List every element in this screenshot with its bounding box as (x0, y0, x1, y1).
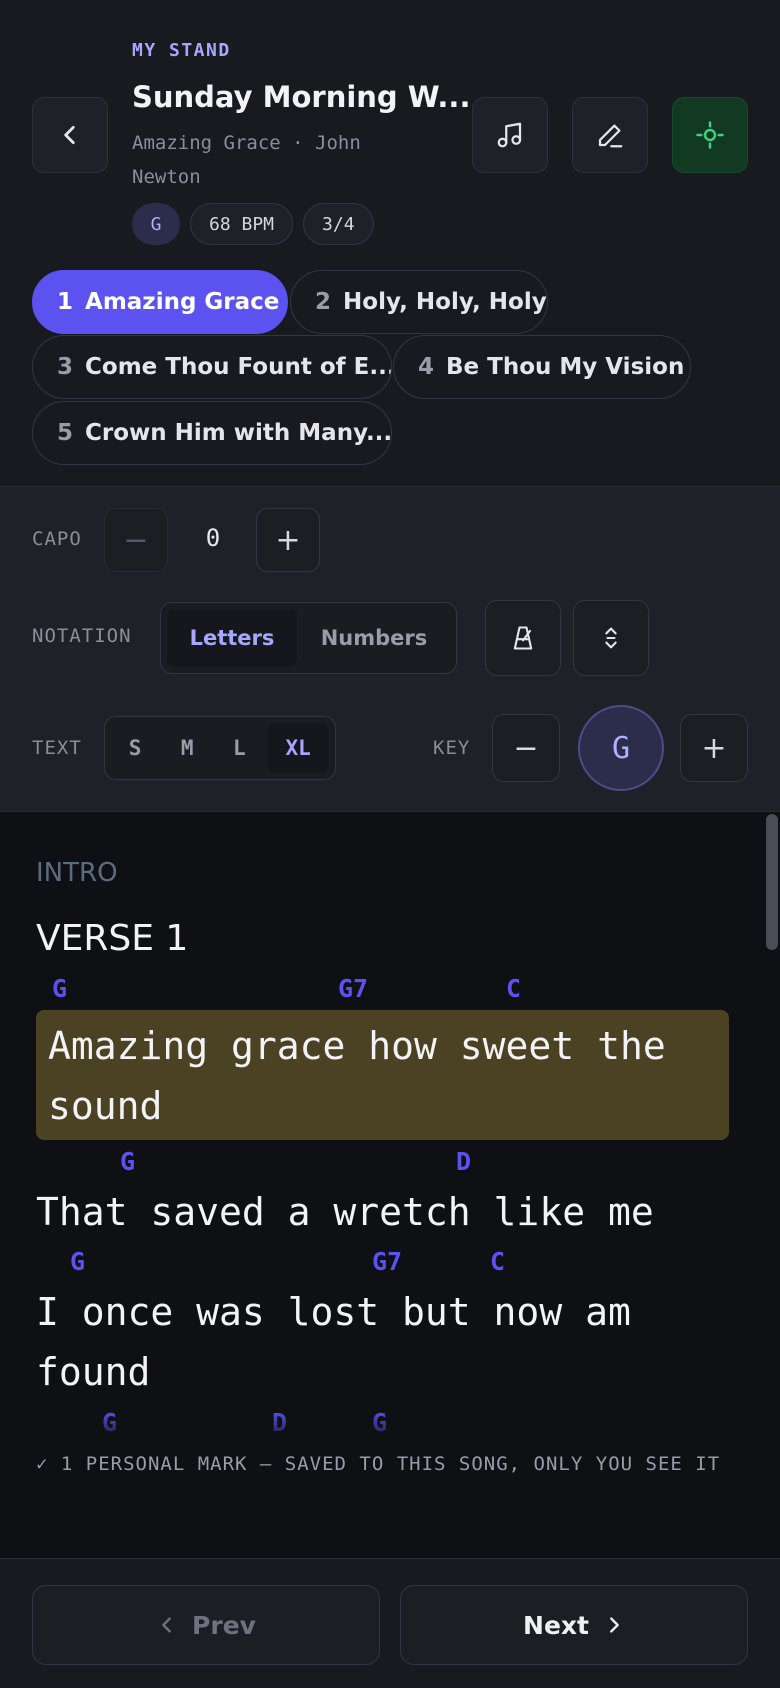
setlist-item-title: Be Thou My Vision (446, 354, 685, 380)
lyric-line[interactable]: sound (48, 1076, 162, 1136)
setlist-item-5[interactable]: 5 Crown Him with Many... (32, 401, 392, 465)
chord[interactable]: G7 (372, 1247, 402, 1276)
notation-toggle: Letters Numbers (160, 602, 457, 674)
key-badge: G (132, 203, 180, 245)
notation-label: NOTATION (32, 625, 132, 647)
bpm-badge: 68 BPM (190, 203, 294, 245)
header: MY STAND Sunday Morning W... Amazing Gra… (0, 0, 780, 486)
chord[interactable]: D (456, 1147, 471, 1176)
next-song-button[interactable]: Next (400, 1585, 748, 1665)
text-size-label: TEXT (32, 737, 82, 759)
music-button[interactable] (472, 97, 548, 173)
back-button[interactable] (32, 97, 108, 173)
text-size-m[interactable]: M (163, 723, 211, 773)
pencil-icon (598, 124, 623, 148)
setlist-item-title: Crown Him with Many... (85, 420, 392, 446)
capo-decrease-button[interactable]: − (104, 508, 168, 572)
text-size-toggle: S M L XL (104, 716, 336, 780)
chord[interactable]: C (490, 1247, 505, 1276)
setlist-item-title: Holy, Holy, Holy (343, 289, 547, 315)
stand-eyebrow: MY STAND (132, 40, 231, 61)
minus-icon: − (513, 730, 539, 766)
setlist-item-4[interactable]: 4 Be Thou My Vision (393, 335, 691, 399)
text-size-l[interactable]: L (215, 723, 263, 773)
focus-mode-button[interactable] (672, 97, 748, 173)
section-label-intro: INTRO (36, 858, 118, 888)
setlist-item-number: 4 (418, 354, 435, 380)
time-signature-badge: 3/4 (303, 203, 374, 245)
setlist-item-3[interactable]: 3 Come Thou Fount of E... (32, 335, 392, 399)
current-key[interactable]: G (578, 705, 664, 791)
metronome-button[interactable] (485, 600, 561, 676)
notation-letters-option[interactable]: Letters (167, 609, 297, 667)
capo-value: 0 (205, 524, 221, 552)
setlist-item-2[interactable]: 2 Holy, Holy, Holy (290, 270, 548, 334)
setlist-item-title: Come Thou Fount of E... (85, 354, 392, 380)
key-label: KEY (433, 737, 471, 759)
page-title: Sunday Morning W... (132, 80, 471, 114)
edit-button[interactable] (572, 97, 648, 173)
crosshair-icon (696, 121, 724, 149)
capo-increase-button[interactable]: + (256, 508, 320, 572)
text-size-xl[interactable]: XL (267, 723, 329, 773)
chord[interactable]: G7 (338, 974, 368, 1003)
metronome-icon (513, 626, 533, 650)
song-meta-pills: G 68 BPM 3/4 (132, 203, 374, 245)
text-size-s[interactable]: S (111, 723, 159, 773)
chord[interactable]: G (120, 1147, 135, 1176)
setlist-item-number: 2 (315, 289, 332, 315)
chevron-left-icon (64, 126, 75, 144)
prev-label: Prev (192, 1610, 256, 1640)
chord[interactable]: G (52, 974, 67, 1003)
lyric-line[interactable]: I once was lost but now am (36, 1282, 631, 1342)
section-label-verse: VERSE 1 (36, 918, 189, 959)
minus-icon: − (123, 522, 149, 558)
setlist-item-number: 3 (57, 354, 74, 380)
lyric-line[interactable]: That saved a wretch like me (36, 1182, 654, 1242)
lyric-line[interactable]: found (36, 1342, 150, 1402)
song-subtitle: Amazing Grace · John Newton (132, 132, 361, 188)
scrollbar[interactable] (766, 814, 778, 950)
key-down-button[interactable]: − (492, 714, 560, 782)
chevron-right-icon (610, 1617, 619, 1633)
lyric-line[interactable]: Amazing grace how sweet the (48, 1016, 666, 1076)
notation-numbers-option[interactable]: Numbers (301, 609, 447, 667)
chevron-left-icon (162, 1617, 171, 1633)
expand-vertical-icon (605, 627, 617, 649)
prev-song-button[interactable]: Prev (32, 1585, 380, 1665)
plus-icon: + (275, 522, 301, 558)
music-note-icon (497, 122, 522, 148)
plus-icon: + (701, 730, 727, 766)
autoscroll-button[interactable] (573, 600, 649, 676)
setlist-item-number: 5 (57, 420, 74, 446)
capo-label: CAPO (32, 528, 82, 550)
setlist-item-title: Amazing Grace (85, 289, 280, 315)
personal-mark-note: ✓ 1 PERSONAL MARK — SAVED TO THIS SONG, … (36, 1448, 736, 1480)
setlist-item-number: 1 (57, 289, 74, 315)
chord[interactable]: C (506, 974, 521, 1003)
next-label: Next (523, 1610, 589, 1640)
chord[interactable]: G (70, 1247, 85, 1276)
setlist-item-1[interactable]: 1 Amazing Grace (32, 270, 288, 334)
key-up-button[interactable]: + (680, 714, 748, 782)
sheet-fade (0, 1410, 780, 1444)
